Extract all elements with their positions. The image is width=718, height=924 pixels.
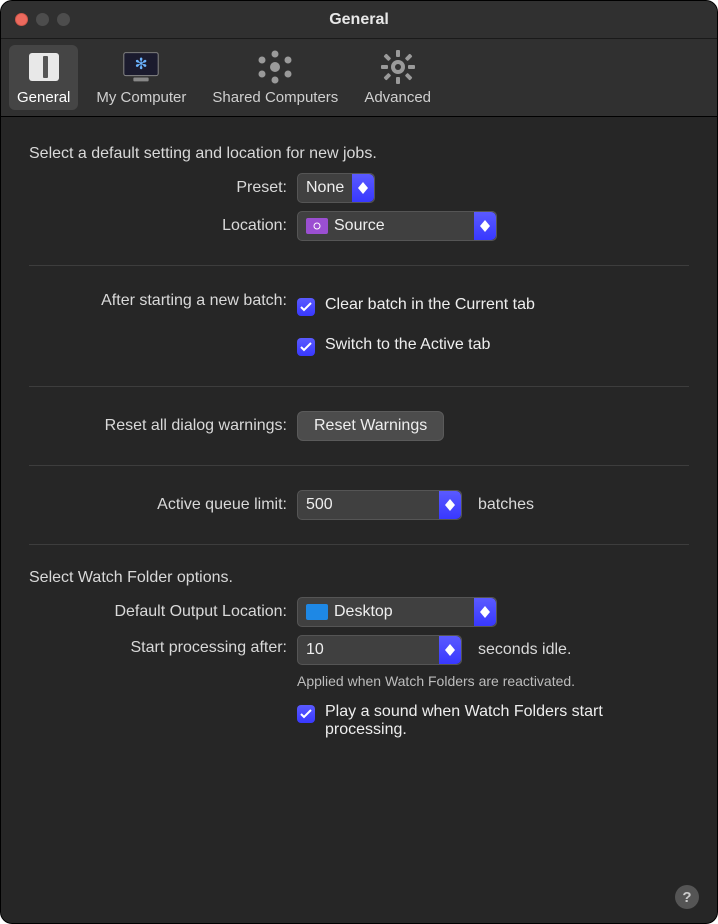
titlebar: General: [1, 1, 717, 39]
separator: [29, 386, 689, 387]
toolbar: General ✻ My Computer: [1, 39, 717, 117]
clear-batch-checkbox[interactable]: [297, 298, 315, 316]
tab-label: Advanced: [364, 89, 431, 106]
preset-label: Preset:: [29, 179, 297, 197]
chevron-updown-icon: [439, 636, 461, 664]
chevron-updown-icon: [352, 174, 374, 202]
switch-tab-label: Switch to the Active tab: [325, 336, 490, 354]
tab-my-computer[interactable]: ✻ My Computer: [88, 45, 194, 110]
chevron-updown-icon: [474, 212, 496, 240]
check-icon: [300, 302, 312, 312]
switch-tab-checkbox[interactable]: [297, 338, 315, 356]
location-popup[interactable]: Source: [297, 211, 497, 241]
switch-icon: [23, 49, 65, 85]
start-processing-label: Start processing after:: [29, 635, 297, 657]
tab-label: Shared Computers: [212, 89, 338, 106]
preset-value: None: [306, 179, 344, 197]
preferences-window: General General ✻ My Computer: [0, 0, 718, 924]
gear-icon: [377, 49, 419, 85]
start-processing-value: 10: [306, 641, 431, 659]
help-button[interactable]: ?: [675, 885, 699, 909]
separator: [29, 465, 689, 466]
folder-icon: [306, 604, 328, 620]
location-value: Source: [334, 217, 466, 235]
tab-shared-computers[interactable]: Shared Computers: [204, 45, 346, 110]
check-icon: [300, 342, 312, 352]
folder-icon: [306, 218, 328, 234]
play-sound-checkbox[interactable]: [297, 705, 315, 723]
output-location-value: Desktop: [334, 603, 466, 621]
section-intro: Select a default setting and location fo…: [29, 145, 689, 163]
start-processing-note: Applied when Watch Folders are reactivat…: [297, 673, 575, 689]
active-queue-popup[interactable]: 500: [297, 490, 462, 520]
play-sound-label: Play a sound when Watch Folders start pr…: [325, 703, 627, 739]
preset-popup[interactable]: None: [297, 173, 375, 203]
location-label: Location:: [29, 217, 297, 235]
watch-folder-intro: Select Watch Folder options.: [29, 569, 689, 587]
output-location-label: Default Output Location:: [29, 603, 297, 621]
active-queue-value: 500: [306, 496, 431, 514]
start-processing-popup[interactable]: 10: [297, 635, 462, 665]
chevron-updown-icon: [474, 598, 496, 626]
separator: [29, 265, 689, 266]
tab-label: General: [17, 89, 70, 106]
after-batch-label: After starting a new batch:: [29, 290, 297, 310]
window-title: General: [1, 11, 717, 29]
reset-warnings-button[interactable]: Reset Warnings: [297, 411, 444, 441]
svg-text:✻: ✻: [135, 56, 148, 73]
tab-label: My Computer: [96, 89, 186, 106]
active-queue-suffix: batches: [478, 496, 534, 514]
start-processing-suffix: seconds idle.: [478, 641, 571, 659]
content: Select a default setting and location fo…: [1, 117, 717, 773]
clear-batch-label: Clear batch in the Current tab: [325, 296, 535, 314]
tab-advanced[interactable]: Advanced: [356, 45, 439, 110]
tab-general[interactable]: General: [9, 45, 78, 110]
reset-warnings-label: Reset all dialog warnings:: [29, 417, 297, 435]
network-icon: [254, 49, 296, 85]
computer-icon: ✻: [120, 49, 162, 85]
active-queue-label: Active queue limit:: [29, 496, 297, 514]
chevron-updown-icon: [439, 491, 461, 519]
output-location-popup[interactable]: Desktop: [297, 597, 497, 627]
separator: [29, 544, 689, 545]
check-icon: [300, 709, 312, 719]
